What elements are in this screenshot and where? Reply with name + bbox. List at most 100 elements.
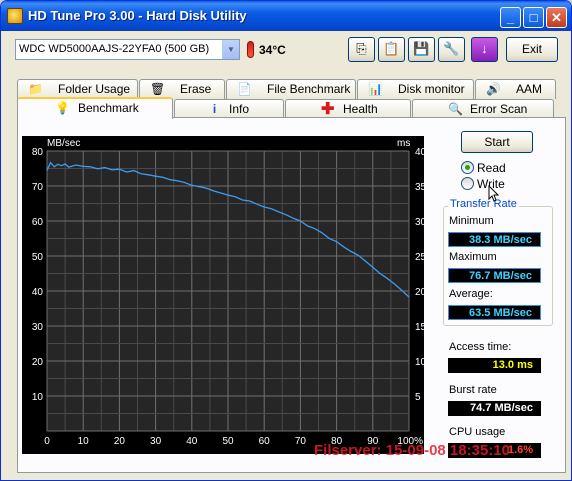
tab-aam[interactable]: 🔊 AAM (475, 79, 556, 99)
maximize-button[interactable]: □ (523, 7, 544, 28)
tab-label: Disk monitor (398, 82, 465, 96)
window-title: HD Tune Pro 3.00 - Hard Disk Utility (28, 8, 247, 23)
mouse-cursor-icon (488, 185, 500, 202)
y-left-unit-label: MB/sec (47, 138, 80, 149)
x-tick-label: 70 (295, 436, 307, 447)
arrow-down-icon: ↓ (481, 41, 488, 56)
speaker-icon: 🔊 (486, 82, 501, 96)
toolbar: WDC WD5000AAJS-22YFA0 (500 GB) ▼ 34°C ⎘ … (1, 31, 571, 71)
y-left-tick-label: 20 (32, 357, 44, 368)
write-radio[interactable] (461, 177, 474, 190)
copy-icon: ⎘ (356, 41, 367, 56)
x-tick-label: 30 (150, 436, 162, 447)
file-icon: 📄 (237, 82, 252, 96)
tab-erase[interactable]: 🗑 Erase (139, 79, 225, 99)
access-time-value: 13.0 ms (448, 358, 541, 373)
y-right-tick-label: 35 (415, 182, 424, 193)
tab-health[interactable]: ✚ Health (285, 99, 411, 119)
health-cross-icon: ✚ (321, 101, 335, 118)
y-right-unit-label: ms (397, 138, 410, 149)
tab-label: AAM (516, 82, 543, 96)
y-left-tick-label: 50 (32, 252, 44, 263)
bar-chart-icon: 📊 (368, 82, 383, 96)
x-tick-label: 50 (222, 436, 234, 447)
y-left-tick-label: 30 (32, 322, 44, 333)
close-icon: ✕ (551, 10, 562, 25)
benchmark-icon: 💡 (55, 101, 70, 115)
thermometer-icon (247, 41, 254, 58)
maximum-value: 76.7 MB/sec (448, 268, 541, 283)
watermark-text: Filserver: 15-09-08 18:35:10 (314, 442, 510, 459)
y-left-tick-label: 60 (32, 217, 44, 228)
y-right-tick-label: 20 (415, 287, 424, 298)
app-icon (7, 8, 23, 24)
minimum-value: 38.3 MB/sec (448, 232, 541, 247)
tab-label: Erase (180, 82, 212, 96)
y-right-tick-label: 10 (415, 357, 424, 368)
copy-text-button[interactable]: ⎘ (348, 37, 375, 62)
minimum-label: Minimum (449, 215, 494, 227)
drive-select-value: WDC WD5000AAJS-22YFA0 (500 GB) (19, 43, 210, 55)
y-right-tick-label: 40 (415, 147, 424, 158)
tab-file-benchmark[interactable]: 📄 File Benchmark (226, 79, 356, 99)
close-button[interactable]: ✕ (546, 7, 567, 28)
read-label: Read (477, 161, 506, 175)
chevron-down-icon[interactable]: ▼ (222, 40, 239, 59)
tab-benchmark[interactable]: 💡 Benchmark (17, 97, 173, 119)
y-left-tick-label: 80 (32, 147, 44, 158)
y-left-tick-label: 10 (32, 392, 44, 403)
tab-label: File Benchmark (267, 82, 351, 96)
x-tick-label: 40 (186, 436, 198, 447)
download-button[interactable]: ↓ (471, 37, 498, 62)
cpu-usage-label: CPU usage (449, 426, 506, 438)
clipboard-icon: 📋 (383, 41, 400, 56)
tab-label: Info (229, 102, 250, 116)
tab-label: Health (343, 102, 378, 116)
title-bar[interactable]: HD Tune Pro 3.00 - Hard Disk Utility _ □… (1, 1, 571, 31)
wrench-icon: 🔧 (443, 41, 460, 56)
tab-info[interactable]: i Info (174, 99, 284, 119)
x-tick-label: 0 (44, 436, 50, 447)
folder-icon: 📁 (28, 82, 43, 96)
y-right-tick-label: 25 (415, 252, 424, 263)
trash-icon: 🗑 (150, 82, 166, 96)
minimize-button[interactable]: _ (500, 7, 521, 28)
burst-rate-value: 74.7 MB/sec (448, 401, 541, 416)
access-time-label: Access time: (449, 341, 512, 353)
temperature-readout: 34°C (259, 43, 286, 57)
floppy-disk-icon: 💾 (413, 41, 430, 56)
copy-screenshot-button[interactable]: 📋 (378, 37, 405, 62)
x-tick-label: 20 (114, 436, 126, 447)
tab-label: Error Scan (470, 102, 528, 116)
tab-disk-monitor[interactable]: 📊 Disk monitor (357, 79, 474, 99)
y-right-tick-label: 5 (415, 392, 421, 403)
magnifier-icon: 🔍 (448, 102, 463, 116)
benchmark-chart: MB/sec ms 10 20 30 40 50 60 70 80 5 10 15 20 25 30 35 40 0… (22, 136, 427, 454)
maximize-icon: □ (529, 10, 538, 25)
save-button[interactable]: 💾 (408, 37, 435, 62)
exit-button[interactable]: Exit (506, 37, 558, 62)
tab-error-scan[interactable]: 🔍 Error Scan (412, 99, 554, 119)
average-value: 63.5 MB/sec (448, 305, 541, 320)
maximum-label: Maximum (449, 251, 497, 263)
transfer-rate-title: Transfer Rate (448, 198, 519, 210)
start-button[interactable]: Start (461, 131, 533, 153)
y-left-tick-label: 40 (32, 287, 44, 298)
average-label: Average: (449, 288, 493, 300)
y-right-tick-label: 30 (415, 217, 424, 228)
y-right-tick-label: 15 (415, 322, 424, 333)
options-button[interactable]: 🔧 (438, 37, 465, 62)
tab-label: Folder Usage (58, 82, 131, 96)
drive-select[interactable]: WDC WD5000AAJS-22YFA0 (500 GB) ▼ (15, 39, 240, 60)
app-window: HD Tune Pro 3.00 - Hard Disk Utility _ □… (0, 0, 572, 481)
x-tick-label: 60 (259, 436, 271, 447)
burst-rate-label: Burst rate (449, 384, 497, 396)
minimize-icon: _ (506, 10, 515, 25)
read-radio[interactable] (461, 161, 474, 174)
y-left-tick-label: 70 (32, 182, 44, 193)
x-tick-label: 10 (78, 436, 90, 447)
tab-label: Benchmark (78, 101, 139, 115)
chart-svg: MB/sec ms 10 20 30 40 50 60 70 80 5 10 15 20 25 30 35 40 0… (32, 138, 427, 447)
info-icon: i (212, 102, 217, 116)
tab-folder-usage[interactable]: 📁 Folder Usage (17, 79, 138, 99)
